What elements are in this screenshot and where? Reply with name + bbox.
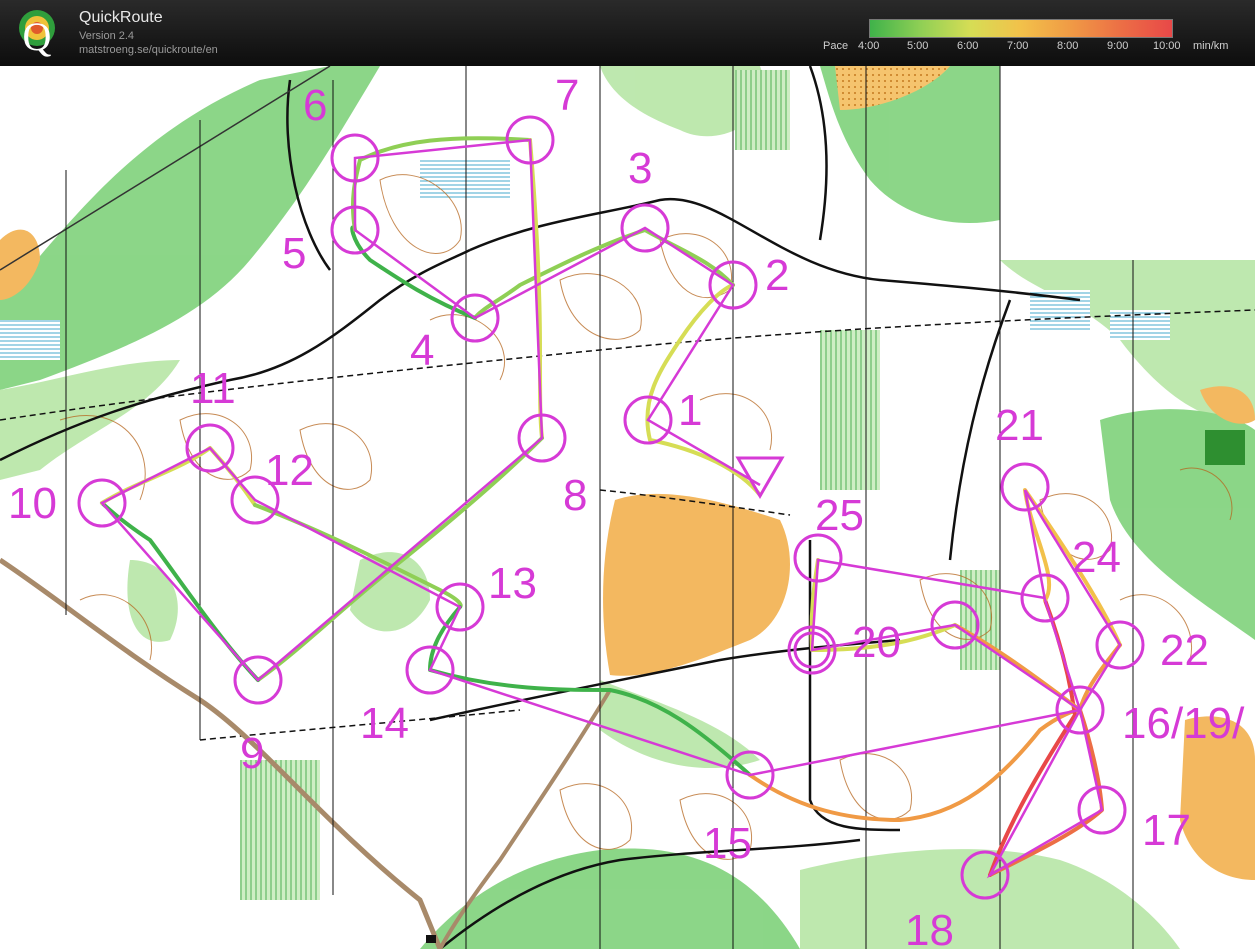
pace-tick: 8:00 <box>1057 40 1079 52</box>
pace-tick: 7:00 <box>1007 40 1029 52</box>
control-number: 16/19/ <box>1122 699 1245 748</box>
pace-unit: min/km <box>1193 40 1229 52</box>
control-number: 24 <box>1072 533 1121 582</box>
control-number: 3 <box>628 144 652 193</box>
control-number: 11 <box>190 364 236 413</box>
control-number: 6 <box>303 81 327 130</box>
building <box>1205 430 1245 465</box>
control-number: 5 <box>282 229 306 278</box>
title-bar: Q QuickRoute Version 2.4 matstroeng.se/q… <box>0 0 1255 66</box>
control-number: 7 <box>555 71 579 120</box>
app-title: QuickRoute <box>79 9 163 26</box>
control-number: 20 <box>852 618 901 667</box>
control-number: 9 <box>240 729 264 778</box>
control-number: 1 <box>678 386 702 435</box>
pace-tick: 10:00 <box>1153 40 1181 52</box>
control-number: 2 <box>765 251 789 300</box>
control-number: 10 <box>8 479 57 528</box>
pace-color-scale <box>869 19 1173 38</box>
control-number: 15 <box>703 819 752 868</box>
pace-tick: 4:00 <box>858 40 880 52</box>
control-number: 21 <box>995 401 1044 450</box>
pace-label: Pace <box>823 40 849 52</box>
map-canvas[interactable]: 1 2 3 4 5 6 7 8 9 10 11 12 13 14 15 16/1… <box>0 66 1255 949</box>
pace-tick: 9:00 <box>1107 40 1129 52</box>
control-number: 4 <box>410 326 434 375</box>
control-number: 17 <box>1142 806 1191 855</box>
building <box>426 935 436 943</box>
control-number: 12 <box>265 446 314 495</box>
control-number: 13 <box>488 559 537 608</box>
orienteering-map[interactable]: 1 2 3 4 5 6 7 8 9 10 11 12 13 14 15 16/1… <box>0 66 1255 949</box>
control-number: 8 <box>563 471 587 520</box>
control-number: 25 <box>815 491 864 540</box>
control-number: 18 <box>905 906 954 949</box>
pace-legend: Pace 4:00 5:00 6:00 7:00 8:00 9:00 10:00… <box>0 40 1255 56</box>
pace-tick: 6:00 <box>957 40 979 52</box>
pace-tick: 5:00 <box>907 40 929 52</box>
control-number: 22 <box>1160 626 1209 675</box>
control-number: 14 <box>360 699 409 748</box>
